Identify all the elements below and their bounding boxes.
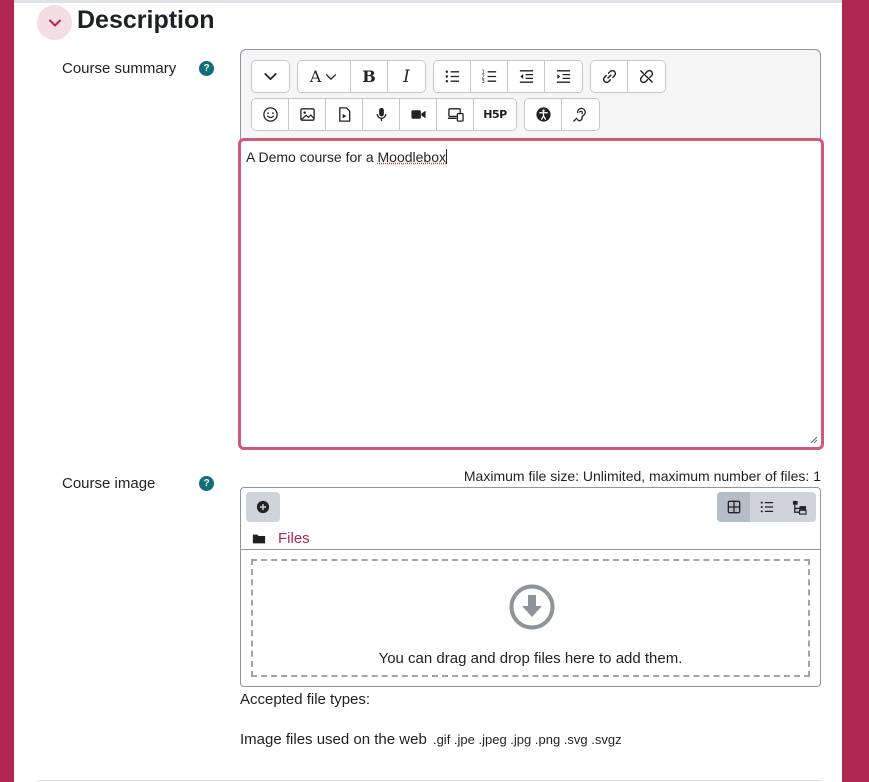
drop-zone-text: You can drag and drop files here to add …: [378, 650, 683, 667]
unlink-button[interactable]: [628, 61, 665, 92]
outdent-icon: [519, 70, 533, 83]
manage-files-icon: [447, 108, 464, 122]
accepted-types-list: Image files used on the web .gif .jpe .j…: [240, 731, 622, 748]
left-brand-bar: [0, 0, 14, 782]
course-summary-label: Course summary: [62, 60, 177, 77]
text-caret: [446, 149, 448, 164]
outdent-button[interactable]: [508, 61, 545, 92]
record-video-button[interactable]: [400, 99, 437, 130]
file-drop-zone[interactable]: You can drag and drop files here to add …: [251, 559, 810, 677]
add-file-button[interactable]: [246, 492, 280, 522]
misspelled-word: Moodlebox: [377, 149, 447, 165]
emoji-button[interactable]: [252, 99, 289, 130]
resize-handle-icon[interactable]: [810, 436, 818, 444]
toolbar-group-insert: H5P: [251, 98, 517, 131]
link-button[interactable]: [591, 61, 628, 92]
indent-button[interactable]: [545, 61, 582, 92]
course-summary-text: A Demo course for a Moodlebox: [246, 149, 448, 165]
bullet-list-button[interactable]: [434, 61, 471, 92]
folder-icon: [252, 534, 266, 543]
h5p-button[interactable]: H5P: [474, 99, 516, 130]
screenreader-helper-button[interactable]: [562, 99, 599, 130]
media-icon: [338, 107, 350, 122]
svg-text:3: 3: [481, 79, 484, 85]
view-list-button[interactable]: [750, 492, 783, 522]
section-title: Description: [77, 6, 215, 34]
max-file-size-text: Maximum file size: Unlimited, maximum nu…: [463, 468, 821, 484]
screenreader-helper-icon: [573, 107, 586, 122]
toolbar-group-collapse: [251, 60, 290, 93]
link-icon: [602, 69, 616, 84]
chevron-down-icon: [48, 19, 61, 26]
toolbar-group-accessibility: [524, 98, 600, 131]
indent-icon: [556, 70, 571, 83]
accessibility-checker-icon: [535, 107, 551, 122]
help-icon[interactable]: ?: [199, 61, 214, 76]
font-style-icon: A: [309, 67, 322, 86]
numbered-list-icon: 123: [481, 70, 496, 85]
file-manager: Files You can drag and drop files here t…: [240, 487, 821, 687]
unlink-icon: [639, 69, 654, 84]
editor-toolbar-row-2: H5P: [251, 98, 600, 131]
view-icons-button[interactable]: [717, 492, 750, 522]
toolbar-group-style: A B I: [297, 60, 426, 93]
media-button[interactable]: [326, 99, 363, 130]
summary-text: A Demo course for a: [246, 149, 378, 165]
numbered-list-button[interactable]: 123: [471, 61, 508, 92]
bullet-list-icon: [445, 70, 459, 83]
editor-toolbar-row-1: A B I 123: [251, 60, 666, 93]
toolbar-group-lists: 123: [433, 60, 583, 93]
view-mode-switcher: [717, 492, 816, 522]
bold-button[interactable]: B: [351, 61, 388, 92]
course-summary-editor-area[interactable]: A Demo course for a Moodlebox: [238, 138, 824, 450]
image-icon: [299, 108, 315, 121]
grid-icon: [727, 500, 740, 514]
bottom-divider: [38, 780, 821, 781]
section-collapse-toggle[interactable]: [37, 5, 72, 40]
record-audio-button[interactable]: [363, 99, 400, 130]
manage-files-button[interactable]: [437, 99, 474, 130]
chevron-down-icon: [326, 73, 337, 80]
chevron-down-icon: [264, 72, 277, 81]
italic-button[interactable]: I: [388, 61, 425, 92]
image-button[interactable]: [289, 99, 326, 130]
files-breadcrumb-link[interactable]: Files: [278, 530, 310, 547]
right-brand-bar: [842, 0, 869, 782]
view-tree-button[interactable]: [783, 492, 816, 522]
paragraph-style-button[interactable]: A: [298, 61, 351, 92]
accepted-group: Image files used on the web: [240, 731, 427, 748]
top-divider: [14, 0, 842, 3]
toolbar-group-links: [590, 60, 666, 93]
emoji-icon: [262, 107, 278, 122]
accepted-extensions: .gif .jpe .jpeg .jpg .png .svg .svgz: [432, 732, 622, 747]
filepicker-divider: [241, 549, 820, 550]
bold-icon: B: [362, 67, 376, 86]
accepted-types-label: Accepted file types:: [240, 691, 371, 708]
list-icon: [760, 501, 773, 513]
toolbar-toggle-button[interactable]: [252, 61, 289, 92]
h5p-icon: H5P: [483, 108, 507, 121]
breadcrumb: Files: [252, 530, 310, 547]
accessibility-checker-button[interactable]: [525, 99, 562, 130]
help-icon[interactable]: ?: [199, 476, 214, 491]
italic-icon: I: [403, 66, 410, 87]
record-video-icon: [410, 110, 426, 119]
plus-circle-icon: [256, 500, 270, 514]
course-image-label: Course image: [62, 475, 156, 492]
download-arrow-icon: [509, 584, 555, 630]
record-audio-icon: [376, 107, 386, 122]
folder-tree-icon: [792, 500, 807, 515]
